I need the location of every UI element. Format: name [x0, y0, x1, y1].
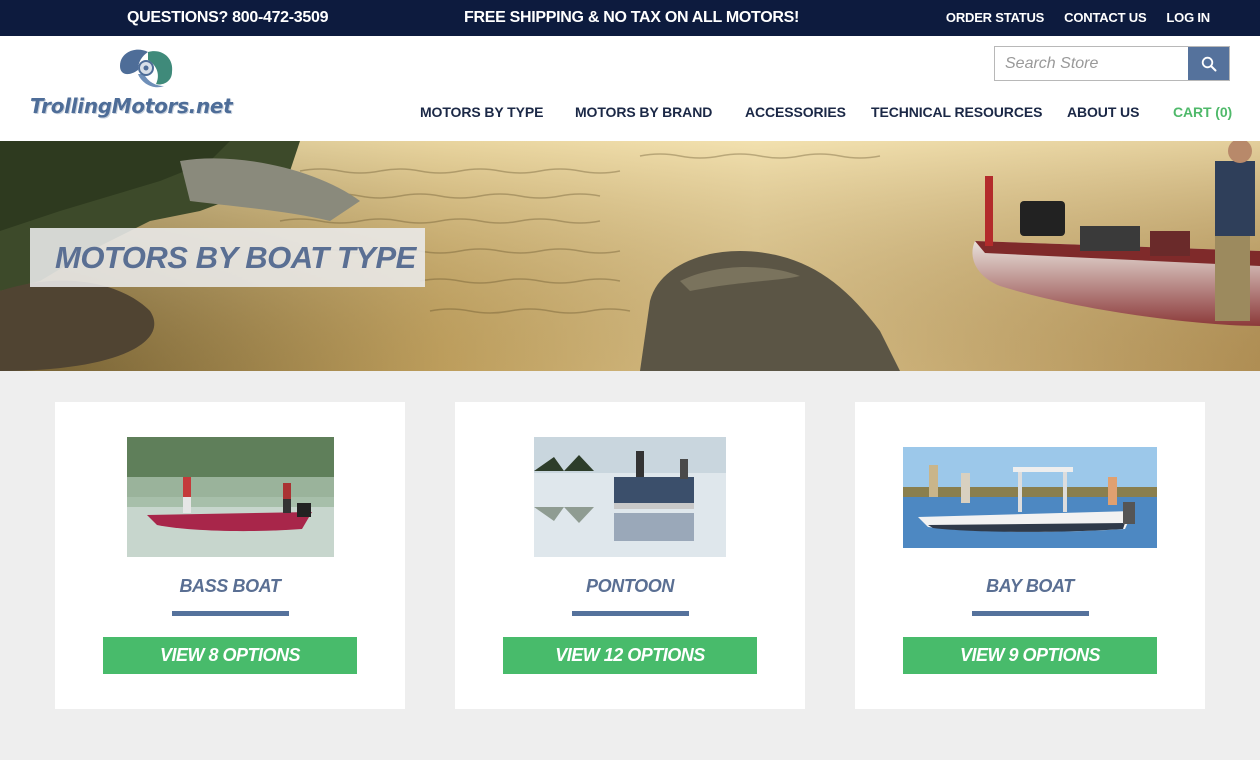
card-title: BASS BOAT — [179, 576, 281, 596]
nav-about-us[interactable]: ABOUT US — [1067, 104, 1139, 120]
order-status-link[interactable]: ORDER STATUS — [946, 10, 1044, 25]
promo-banner: FREE SHIPPING & NO TAX ON ALL MOTORS! — [464, 9, 799, 26]
site-header: TrollingMotors.net MOTORS BY TYPE MOTORS… — [0, 36, 1260, 141]
propeller-icon — [120, 49, 173, 88]
log-in-link[interactable]: LOG IN — [1166, 10, 1210, 25]
nav-motors-by-brand[interactable]: MOTORS BY BRAND — [575, 104, 712, 120]
phone-number[interactable]: QUESTIONS? 800-472-3509 — [127, 9, 329, 27]
search-input[interactable] — [995, 47, 1189, 80]
view-options-button[interactable]: VIEW 8 OPTIONS — [103, 637, 357, 674]
card-divider — [972, 611, 1089, 616]
nav-cart[interactable]: CART (0) — [1173, 104, 1232, 120]
bay-boat-image[interactable] — [903, 447, 1157, 548]
boat-type-card-pontoon: PONTOON VIEW 12 OPTIONS — [455, 402, 805, 709]
nav-accessories[interactable]: ACCESSORIES — [745, 104, 846, 120]
boat-type-card-bay-boat: BAY BOAT VIEW 9 OPTIONS — [855, 402, 1205, 709]
page-title: MOTORS BY BOAT TYPE — [55, 240, 416, 275]
card-divider — [572, 611, 689, 616]
bass-boat-image[interactable] — [127, 437, 334, 557]
card-title: PONTOON — [586, 576, 674, 596]
search-box — [994, 46, 1230, 81]
pontoon-image[interactable] — [534, 437, 726, 557]
boat-type-card-bass-boat: BASS BOAT VIEW 8 OPTIONS — [55, 402, 405, 709]
utility-links: ORDER STATUS CONTACT US LOG IN — [946, 10, 1210, 25]
main-nav: MOTORS BY TYPE MOTORS BY BRAND ACCESSORI… — [0, 104, 1260, 124]
top-bar: QUESTIONS? 800-472-3509 FREE SHIPPING & … — [0, 0, 1260, 36]
hero-title-box: MOTORS BY BOAT TYPE — [30, 228, 425, 287]
card-divider — [172, 611, 289, 616]
card-title: BAY BOAT — [986, 576, 1074, 596]
nav-motors-by-type[interactable]: MOTORS BY TYPE — [420, 104, 543, 120]
contact-us-link[interactable]: CONTACT US — [1064, 10, 1146, 25]
search-icon — [1201, 56, 1216, 71]
nav-technical-resources[interactable]: TECHNICAL RESOURCES — [871, 104, 1042, 120]
search-button[interactable] — [1188, 47, 1229, 80]
view-options-button[interactable]: VIEW 12 OPTIONS — [503, 637, 757, 674]
hero-banner: MOTORS BY BOAT TYPE — [0, 141, 1260, 371]
view-options-button[interactable]: VIEW 9 OPTIONS — [903, 637, 1157, 674]
